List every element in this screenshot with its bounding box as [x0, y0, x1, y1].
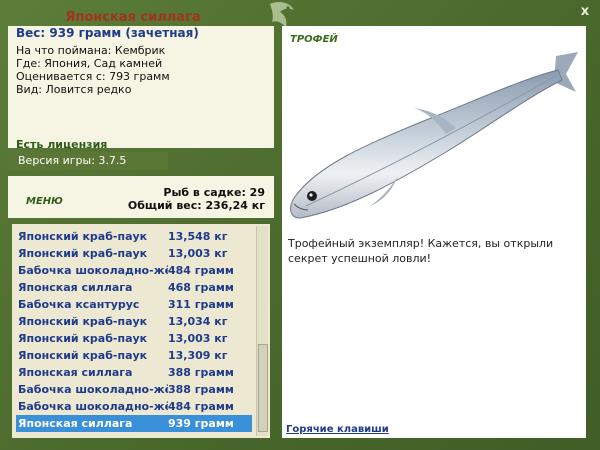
trophy-description: Трофейный экземпляр! Кажется, вы открыли…	[288, 237, 554, 265]
catch-fish-name: Бабочка ксантурус	[18, 298, 140, 311]
catch-list-item[interactable]: Японский краб-паук 13,548 кг	[16, 228, 252, 245]
catch-list-item[interactable]: Японский краб-паук 13,003 кг	[16, 245, 252, 262]
fish-valued-from: Оценивается с: 793 грамм	[16, 70, 170, 83]
catch-list-item[interactable]: Бабочка шоколадно-жё... 484 грамм	[16, 262, 252, 279]
catch-list-item[interactable]: Японский краб-паук 13,003 кг	[16, 330, 252, 347]
catch-fish-weight: 13,003 кг	[168, 332, 228, 345]
catch-fish-weight: 13,034 кг	[168, 315, 228, 328]
catch-fish-name: Японская силлага	[18, 366, 133, 379]
catch-fish-name: Японский краб-паук	[18, 315, 148, 328]
catch-fish-weight: 468 грамм	[168, 281, 234, 294]
fish-location: Где: Япония, Сад камней	[16, 57, 163, 70]
catch-fish-name: Японский краб-паук	[18, 247, 148, 260]
catch-fish-weight: 484 грамм	[168, 400, 234, 413]
catch-fish-name: Бабочка шоколадно-жё...	[18, 383, 168, 396]
scroll-thumb[interactable]	[258, 344, 268, 432]
fish-count: Рыб в садке: 29	[163, 186, 265, 199]
catch-list-item[interactable]: Бабочка шоколадно-жё... 484 грамм	[16, 398, 252, 415]
catch-fish-name: Японская силлага	[18, 417, 133, 430]
fish-title: Японская силлага	[65, 10, 201, 25]
catch-fish-weight: 13,003 кг	[168, 247, 228, 260]
catch-fish-name: Японский краб-паук	[18, 332, 148, 345]
catch-list-item[interactable]: Бабочка шоколадно-жё... 388 грамм	[16, 381, 252, 398]
fish-bait: На что поймана: Кембрик	[16, 44, 166, 57]
fish-type: Вид: Ловится редко	[16, 83, 132, 96]
total-weight: Общий вес: 236,24 кг	[127, 199, 265, 212]
fish-image	[286, 48, 584, 228]
catch-fish-weight: 388 грамм	[168, 366, 234, 379]
catch-fish-weight: 13,548 кг	[168, 230, 228, 243]
catch-fish-name: Японский краб-паук	[18, 349, 148, 362]
menu-button[interactable]: МЕНЮ	[26, 196, 63, 207]
catch-fish-name: Японская силлага	[18, 281, 133, 294]
trophy-title: ТРОФЕЙ	[290, 34, 338, 45]
catch-fish-weight: 484 грамм	[168, 264, 234, 277]
game-version: Версия игры: 3.7.5	[8, 152, 168, 170]
catch-list-scrollbar[interactable]	[256, 226, 268, 436]
fish-weight: Вес: 939 грамм (зачетная)	[16, 26, 199, 40]
catch-list-item[interactable]: Японский краб-паук 13,034 кг	[16, 313, 252, 330]
catch-fish-weight: 13,309 кг	[168, 349, 228, 362]
catch-fish-name: Бабочка шоколадно-жё...	[18, 264, 168, 277]
license-status: Есть лицензия	[16, 138, 108, 151]
close-button[interactable]: x	[578, 5, 592, 19]
catch-fish-name: Бабочка шоколадно-жё...	[18, 400, 168, 413]
catch-list-item[interactable]: Бабочка ксантурус 311 грамм	[16, 296, 252, 313]
catch-fish-name: Японский краб-паук	[18, 230, 148, 243]
hotkeys-link[interactable]: Горячие клавиши	[286, 424, 389, 435]
catch-list-item[interactable]: Японский краб-паук 13,309 кг	[16, 347, 252, 364]
catch-fish-weight: 939 грамм	[168, 417, 234, 430]
catch-list-item[interactable]: Японская силлага 388 грамм	[16, 364, 252, 381]
catch-fish-weight: 311 грамм	[168, 298, 234, 311]
catch-list-item[interactable]: Японская силлага 468 грамм	[16, 279, 252, 296]
catch-list-item[interactable]: Японская силлага 939 грамм	[16, 415, 252, 432]
catch-fish-weight: 388 грамм	[168, 383, 234, 396]
